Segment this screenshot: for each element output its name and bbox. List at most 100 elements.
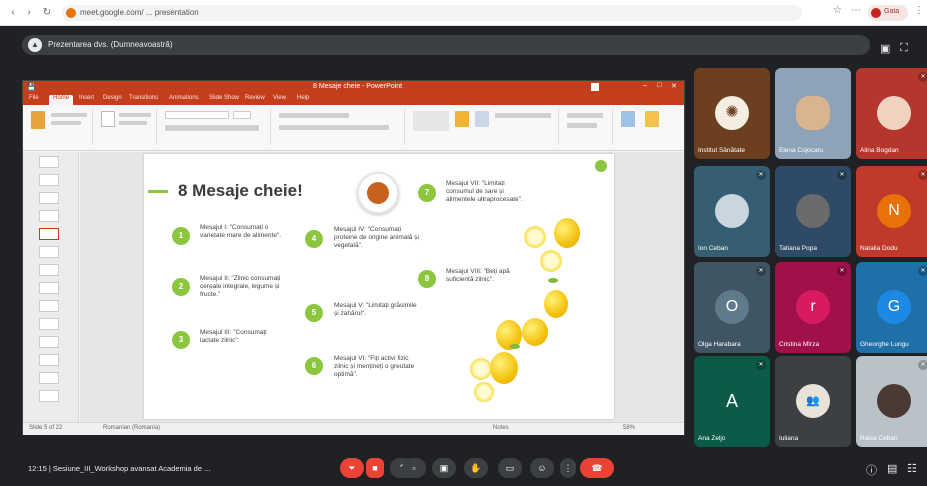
quick-styles-icon[interactable] (475, 111, 489, 127)
forward-icon[interactable]: › (22, 6, 36, 20)
participant-tile[interactable]: ✕ O Olga Harabara (694, 262, 770, 353)
slide-thumbnail[interactable] (39, 300, 59, 312)
participant-avatar-initial: N (877, 194, 911, 228)
ppt-tab[interactable]: File (29, 95, 39, 101)
camera-toggle-button[interactable]: ■ (366, 458, 384, 478)
leaf-image (548, 278, 558, 283)
window-maximize-icon[interactable]: □ (657, 82, 661, 89)
presentation-chip[interactable]: ▲ Prezentarea dvs. (Dumneavoastră) (22, 35, 870, 55)
extensions-icon[interactable]: ⋯ (851, 5, 861, 16)
save-icon[interactable]: 💾 (27, 83, 36, 91)
ribbon-group-paragraph (275, 109, 405, 145)
participant-tile[interactable]: ✕ G Gheorghe Lungu (856, 262, 927, 353)
mic-muted-icon: ✕ (918, 72, 927, 82)
profile-avatar-icon (871, 8, 881, 18)
info-icon[interactable]: ⓘ (866, 462, 877, 478)
chat-icon[interactable]: ▤ (887, 462, 897, 475)
window-close-icon[interactable]: ✕ (671, 82, 677, 90)
more-options-button[interactable]: ⋮ (560, 458, 576, 478)
meeting-info: 12:15 | Sesiune_III_Workshop avansat Aca… (28, 464, 211, 473)
bookmark-star-icon[interactable]: ☆ (833, 5, 842, 16)
participant-tile[interactable]: Elena Cojocaru (775, 68, 851, 159)
layout-icon[interactable]: ▣ (880, 42, 890, 55)
lemon-slice-image (524, 226, 546, 248)
message-text: Mesajul III: "Consumați lactate zilnic". (200, 329, 267, 344)
participant-tile[interactable]: ✕ Ion Ceban (694, 166, 770, 257)
ribbon-group-clipboard (27, 109, 93, 145)
ppt-tab[interactable]: Transitions (129, 95, 158, 101)
slide-thumbnail-selected[interactable] (39, 228, 59, 240)
back-icon[interactable]: ‹ (6, 6, 20, 20)
site-favicon-icon (66, 8, 76, 18)
ppt-tab[interactable]: Animations (169, 95, 199, 101)
captions-cc-button[interactable]: ▣ (432, 458, 456, 478)
ppt-tab[interactable]: Review (245, 95, 265, 101)
lemon-slice-image (474, 382, 494, 402)
reactions-button[interactable]: ☺ (530, 458, 554, 478)
slide-thumbnail[interactable] (39, 390, 59, 402)
slide-thumbnail[interactable] (39, 282, 59, 294)
raise-hand-button[interactable]: ✋ (464, 458, 488, 478)
mic-toggle-button[interactable]: ⏷ (340, 458, 364, 478)
mic-muted-icon: ✕ (756, 170, 766, 180)
participant-tile[interactable]: ✕ r Cristina Mîrza (775, 262, 851, 353)
slide-thumbnail[interactable] (39, 264, 59, 276)
lemon-image (490, 352, 518, 384)
slide-thumbnail[interactable] (39, 318, 59, 330)
new-slide-icon[interactable] (101, 111, 115, 127)
captions-button[interactable]: ▫ (402, 458, 426, 478)
slide-thumbnail[interactable] (39, 156, 59, 168)
arrange-icon[interactable] (455, 111, 469, 127)
participant-avatar (877, 96, 911, 130)
font-size-select[interactable] (233, 111, 251, 119)
leave-call-button[interactable]: ☎ (580, 458, 614, 478)
lemon-slice-image (470, 358, 492, 380)
browser-menu-icon[interactable]: ⋮ (914, 5, 924, 16)
window-minimize-icon[interactable]: – (643, 82, 647, 89)
ppt-tab[interactable]: Insert (79, 95, 94, 101)
status-zoom[interactable]: 58% (623, 425, 635, 431)
title-accent-bar (148, 190, 168, 193)
fullscreen-icon[interactable]: ⛶ (900, 42, 908, 55)
slide-thumbnail[interactable] (39, 192, 59, 204)
font-family-select[interactable] (165, 111, 229, 119)
message-text: Mesajul IV: "Consumați proteine de origi… (334, 226, 419, 249)
participant-avatar-initial: r (796, 290, 830, 324)
ppt-tab[interactable]: Design (103, 95, 122, 101)
ppt-tab[interactable]: Help (297, 95, 309, 101)
shapes-gallery[interactable] (413, 111, 449, 131)
slide-thumbnail[interactable] (39, 174, 59, 186)
slide-thumbnail[interactable] (39, 372, 59, 384)
profile-button[interactable]: Gata (868, 5, 908, 21)
message-number: 4 (305, 230, 323, 248)
present-button[interactable]: ▭ (498, 458, 522, 478)
ppt-ribbon-tabs: File Home Insert Design Transitions Anim… (23, 94, 684, 105)
participant-tile[interactable]: ✕ N Natalia Dodu (856, 166, 927, 257)
participant-tile[interactable]: ✕ Tatiana Popa (775, 166, 851, 257)
dictate-icon[interactable] (621, 111, 635, 127)
slide-thumbnail[interactable] (39, 336, 59, 348)
participant-tile[interactable]: ✕ Alina Bogdan (856, 68, 927, 159)
current-slide[interactable]: 8 Mesaje cheie! 1 Mesajul I: "Consumați … (144, 154, 614, 419)
ppt-tab-active[interactable]: Home (49, 95, 74, 105)
address-bar[interactable]: meet.google.com/ ... presentation (62, 5, 802, 21)
participant-tile[interactable]: ✺ Institut Sănătate (694, 68, 770, 159)
participant-name: Ion Ceban (698, 245, 728, 252)
participant-tile[interactable]: ✕ Raisa Ceban (856, 356, 927, 447)
ppt-tab[interactable]: Slide Show (209, 95, 239, 101)
paste-icon[interactable] (31, 111, 45, 129)
slide-thumbnail[interactable] (39, 354, 59, 366)
reload-icon[interactable]: ↻ (40, 6, 54, 20)
activities-icon[interactable]: ☷ (907, 462, 917, 475)
ppt-tab[interactable]: View (273, 95, 286, 101)
message-number: 5 (305, 304, 323, 322)
participant-tile[interactable]: ✕ A Ana Zeljo (694, 356, 770, 447)
mic-muted-icon: ✕ (837, 170, 847, 180)
status-notes-button[interactable]: Notes (493, 425, 509, 431)
message-text: Mesajul I: "Consumați o varietate mare d… (200, 224, 282, 239)
participant-name: Cristina Mîrza (779, 341, 820, 348)
slide-thumbnail[interactable] (39, 210, 59, 222)
participant-tile[interactable]: 👥 Iuliana (775, 356, 851, 447)
designer-icon[interactable] (645, 111, 659, 127)
slide-thumbnail[interactable] (39, 246, 59, 258)
